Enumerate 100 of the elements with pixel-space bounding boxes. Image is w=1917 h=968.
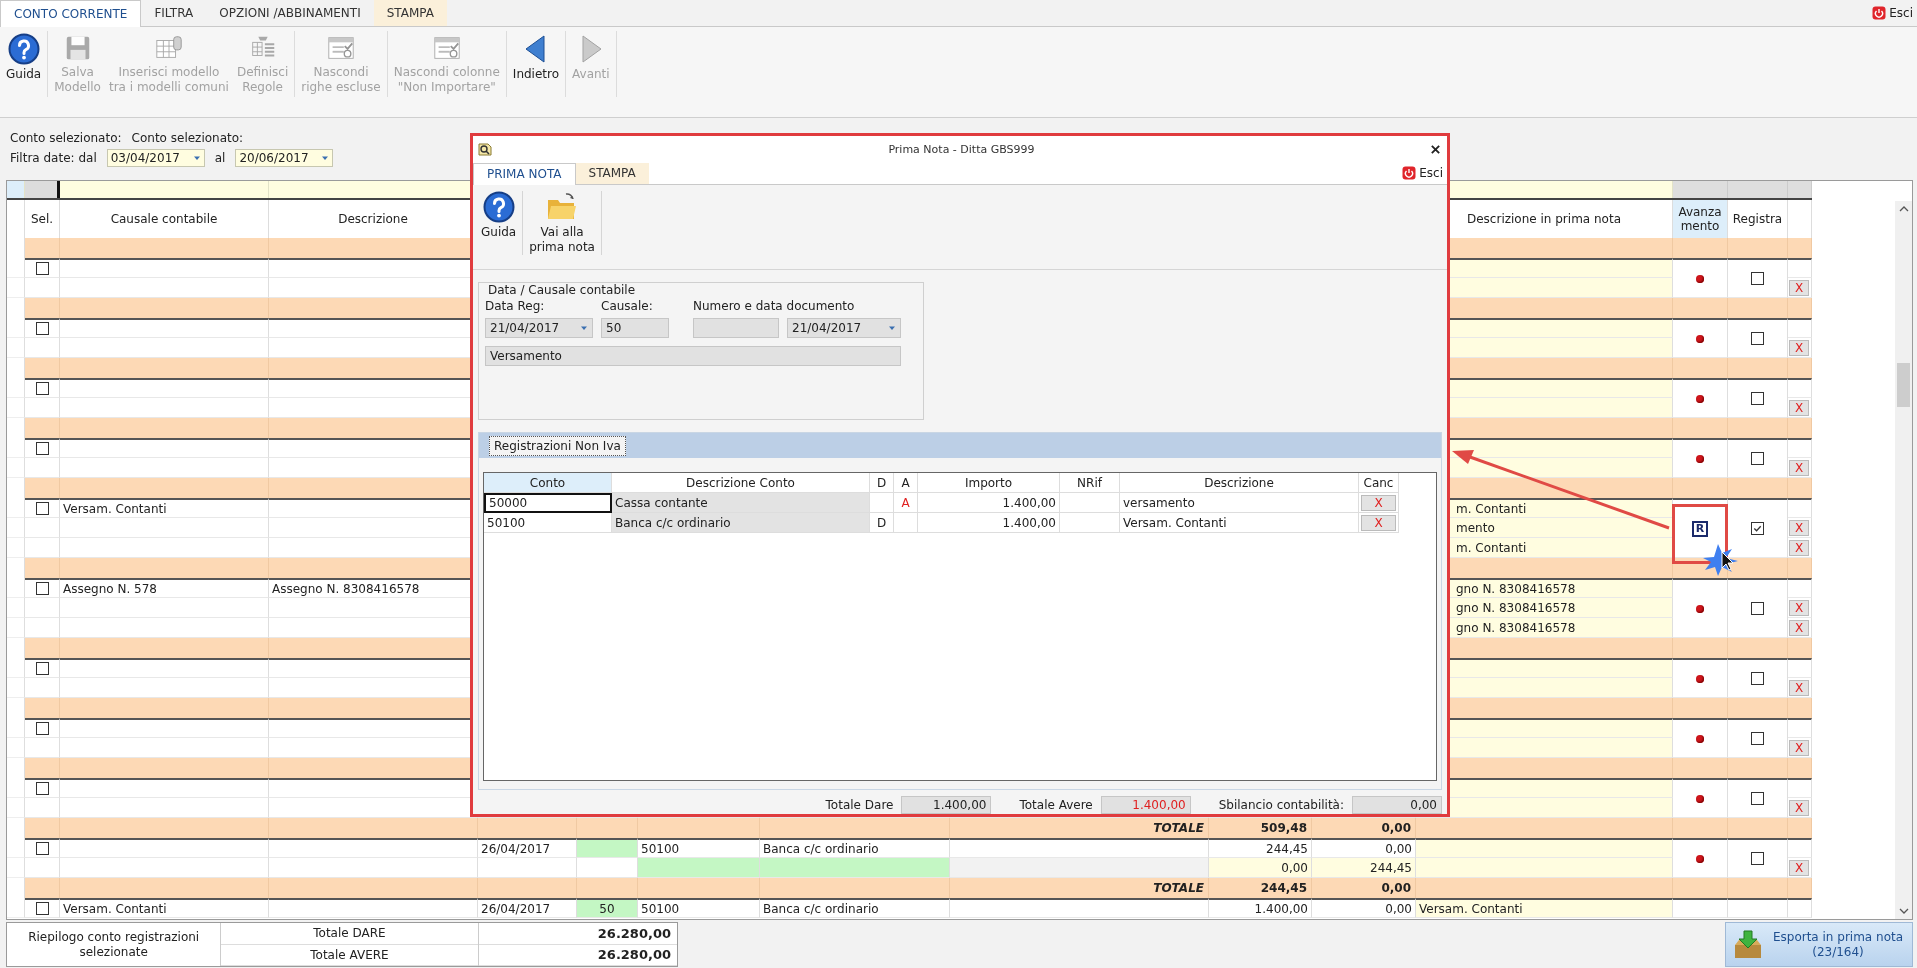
delete-button[interactable]: X xyxy=(1789,399,1809,416)
delete-button[interactable]: X xyxy=(1789,339,1809,356)
dropdown-icon[interactable] xyxy=(580,325,588,331)
cell-text: 1.400,00 xyxy=(1254,901,1308,916)
checkbox[interactable] xyxy=(35,322,49,335)
delete-button[interactable]: X xyxy=(1789,599,1809,616)
date-field[interactable]: 21/04/2017 xyxy=(485,318,593,338)
checkbox[interactable] xyxy=(1751,792,1764,805)
cell-text: m. Contanti xyxy=(1455,540,1527,555)
text-field[interactable] xyxy=(693,318,779,338)
column-header[interactable]: D xyxy=(870,473,894,493)
delete-button[interactable]: X xyxy=(1789,279,1809,296)
cell-text: 244,45 xyxy=(1266,841,1308,856)
ribbon-button[interactable]: Guida xyxy=(2,31,46,97)
summary-value: 26.280,00 xyxy=(478,944,677,966)
checkbox[interactable] xyxy=(35,782,49,795)
delete-button[interactable]: X xyxy=(1361,494,1396,511)
box-download-icon xyxy=(1732,928,1764,961)
ribbon-button[interactable]: Indietro xyxy=(508,31,564,97)
delete-button[interactable]: X xyxy=(1789,859,1809,876)
total-field: 0,00 xyxy=(1352,796,1442,814)
export-button[interactable]: Esporta in prima nota (23/164) xyxy=(1725,922,1913,967)
delete-button[interactable]: X xyxy=(1789,679,1809,696)
column-header[interactable]: NRif xyxy=(1060,473,1120,493)
checkbox[interactable] xyxy=(1751,852,1764,865)
summary-label: Totale DARE xyxy=(221,923,478,945)
cell-text: D xyxy=(876,515,887,530)
column-header[interactable]: Importo xyxy=(918,473,1060,493)
checkbox[interactable] xyxy=(1751,452,1764,465)
field-label: al xyxy=(214,151,226,165)
checkbox[interactable] xyxy=(1751,332,1764,345)
total-value: 0,00 xyxy=(1381,821,1411,835)
scroll-down-icon[interactable] xyxy=(1898,907,1909,915)
total-value: 244,45 xyxy=(1260,881,1307,895)
field-label: Totale Avere xyxy=(1019,798,1093,812)
delete-button[interactable]: X xyxy=(1361,514,1396,531)
exit-button[interactable]: Esci xyxy=(1398,162,1447,184)
tab[interactable]: FILTRA xyxy=(141,0,207,26)
text-field[interactable]: 50 xyxy=(601,318,669,338)
scrollbar[interactable] xyxy=(1895,201,1912,919)
close-icon[interactable] xyxy=(1430,143,1441,155)
delete-button[interactable]: X xyxy=(1789,739,1809,756)
delete-button[interactable]: X xyxy=(1789,539,1809,556)
field-label: Causale: xyxy=(601,299,654,315)
scroll-up-icon[interactable] xyxy=(1898,205,1909,213)
ribbon-button[interactable]: Guida xyxy=(475,191,524,255)
delete-button[interactable]: X xyxy=(1789,619,1809,636)
row-header xyxy=(7,898,25,918)
column-header[interactable]: A xyxy=(894,473,918,493)
cell-text: 50100 xyxy=(641,841,680,856)
ribbon-button[interactable]: Vai alla prima nota xyxy=(523,191,602,255)
checkbox[interactable] xyxy=(35,382,49,395)
cell-text: 0,00 xyxy=(1385,901,1412,916)
tab[interactable]: Registrazioni Non Iva xyxy=(489,436,626,456)
checkbox[interactable] xyxy=(35,582,49,595)
tab[interactable]: OPZIONI /ABBINAMENTI xyxy=(206,0,374,26)
delete-button[interactable]: X xyxy=(1789,459,1809,476)
column-header[interactable]: Conto xyxy=(484,473,612,493)
checkbox[interactable] xyxy=(35,442,49,455)
column-header[interactable]: Canc xyxy=(1359,473,1399,493)
checkbox[interactable] xyxy=(1751,732,1764,745)
column-header[interactable]: Descrizione xyxy=(1120,473,1359,493)
field-label: Filtra date: dal xyxy=(10,151,97,165)
cell-text: 26/04/2017 xyxy=(481,841,551,856)
help-icon xyxy=(482,191,515,223)
cell-text: 0,00 xyxy=(1385,841,1412,856)
cell-text: 26/04/2017 xyxy=(481,901,551,916)
checkbox[interactable] xyxy=(1751,272,1764,285)
checkbox[interactable] xyxy=(35,262,49,275)
row-header xyxy=(7,258,25,278)
cell-text: 1.400,00 xyxy=(1002,495,1056,510)
checkbox[interactable] xyxy=(35,502,49,515)
exit-button[interactable]: Esci xyxy=(1868,0,1917,26)
date-field[interactable]: 20/06/2017 xyxy=(235,149,334,167)
checkbox[interactable] xyxy=(35,722,49,735)
checkbox[interactable] xyxy=(1751,522,1764,535)
dropdown-icon[interactable] xyxy=(888,325,896,331)
tab[interactable]: CONTO CORRENTE xyxy=(0,0,142,27)
column-header[interactable]: Avanza mento xyxy=(1673,200,1728,238)
checkbox[interactable] xyxy=(35,662,49,675)
field-label: Totale Dare xyxy=(825,798,894,812)
text-field[interactable]: Versamento xyxy=(485,346,901,366)
status-badge[interactable]: R xyxy=(1691,520,1709,537)
checkbox[interactable] xyxy=(35,842,49,855)
checkbox[interactable] xyxy=(1751,392,1764,405)
dropdown-icon[interactable] xyxy=(321,155,330,161)
row-header xyxy=(7,318,25,338)
checkbox[interactable] xyxy=(35,902,49,915)
checkbox[interactable] xyxy=(1751,602,1764,615)
delete-button[interactable]: X xyxy=(1789,519,1809,536)
dropdown-icon[interactable] xyxy=(192,155,201,161)
date-field[interactable]: 21/04/2017 xyxy=(787,318,901,338)
tab[interactable]: PRIMA NOTA xyxy=(473,162,576,185)
checkbox[interactable] xyxy=(1751,672,1764,685)
date-field[interactable]: 03/04/2017 xyxy=(106,149,205,167)
delete-button[interactable]: X xyxy=(1789,799,1809,816)
cell-text: m. Contanti xyxy=(1455,501,1527,516)
scroll-thumb[interactable] xyxy=(1897,363,1910,407)
tab[interactable]: STAMPA xyxy=(373,0,447,26)
cell-text: 50100 xyxy=(487,515,526,530)
